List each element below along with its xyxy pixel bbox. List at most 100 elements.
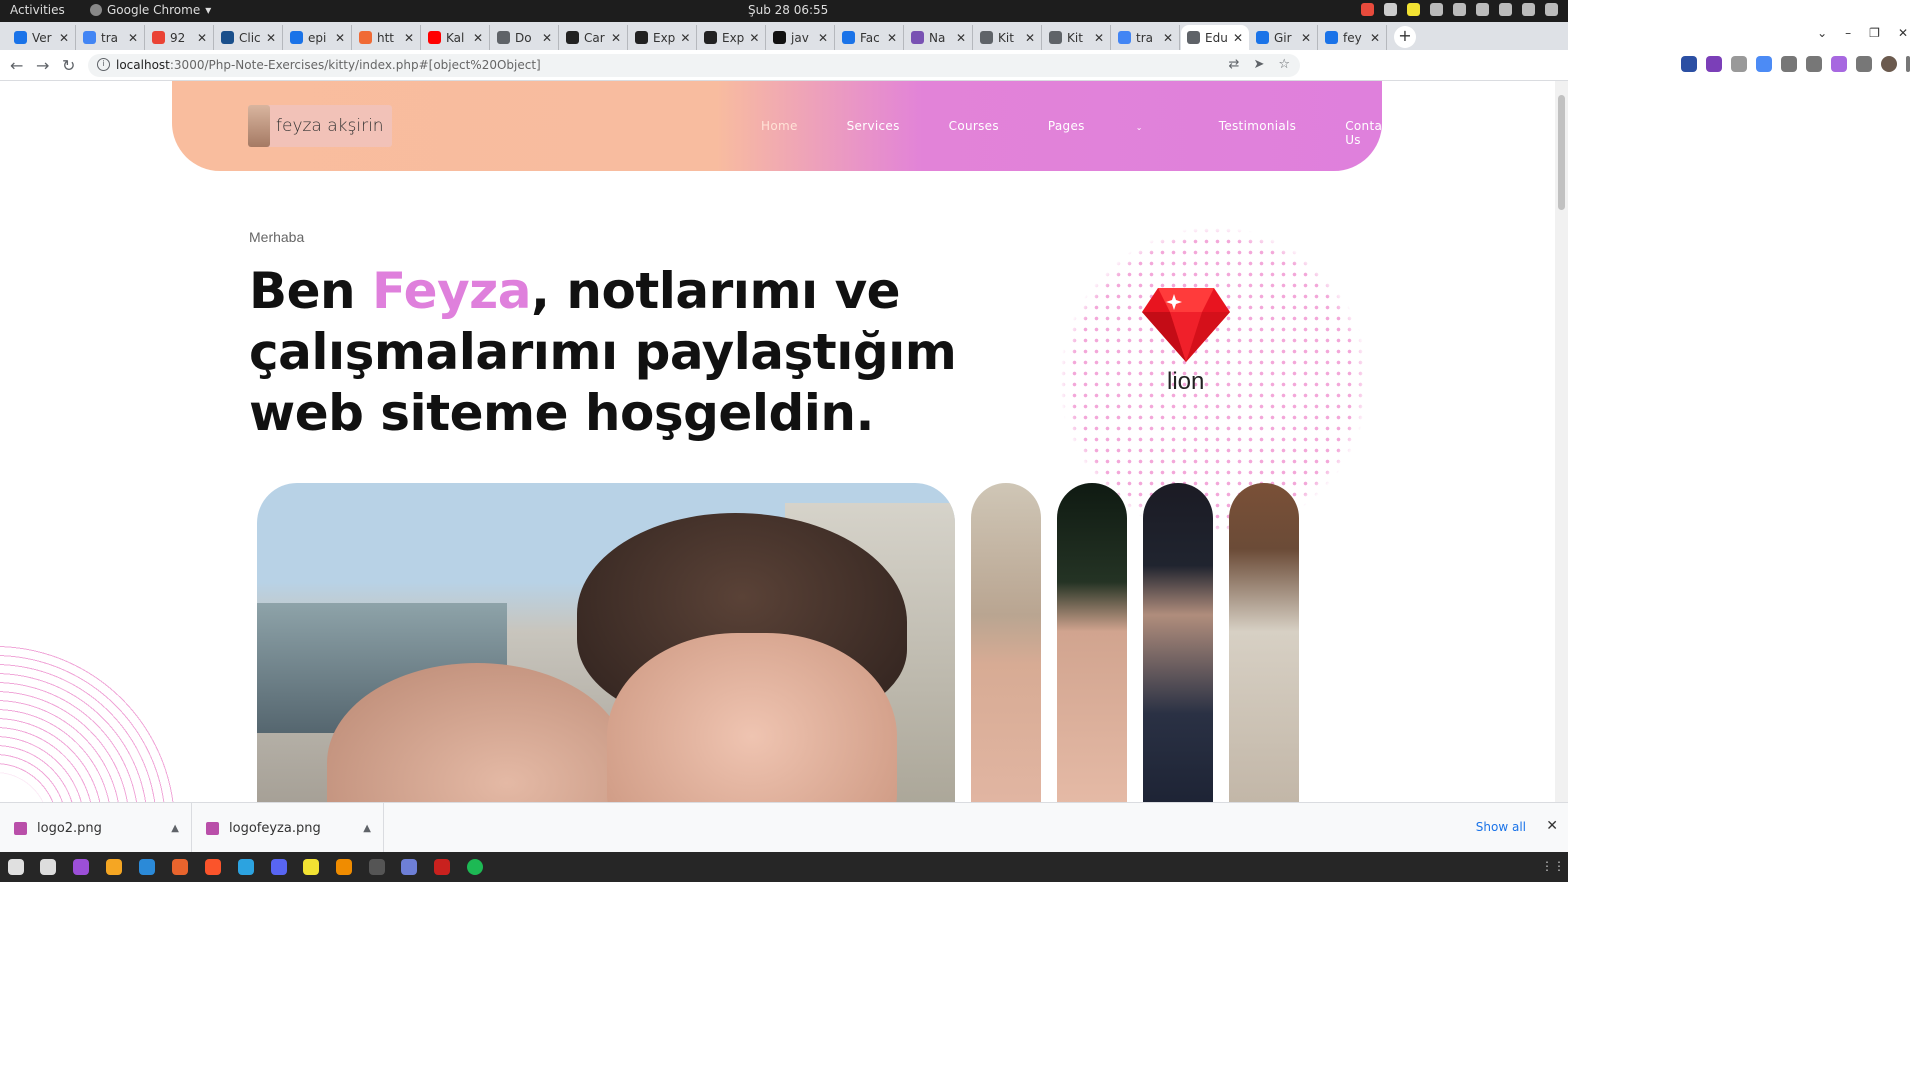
nav-testimonials[interactable]: Testimonials: [1219, 119, 1296, 147]
browser-tab[interactable]: Clic ✕: [215, 25, 283, 50]
network-icon[interactable]: [1453, 3, 1466, 16]
tab-close-icon[interactable]: ✕: [680, 31, 690, 45]
reload-icon[interactable]: ↻: [62, 56, 75, 75]
notes-app-icon[interactable]: [303, 859, 319, 875]
tab-close-icon[interactable]: ✕: [1025, 31, 1035, 45]
telegram-app-icon[interactable]: [238, 859, 254, 875]
nav-home[interactable]: Home: [761, 119, 798, 147]
url-text[interactable]: localhost:3000/Php-Note-Exercises/kitty/…: [116, 58, 541, 72]
volume-icon[interactable]: [1499, 3, 1512, 16]
close-icon[interactable]: ✕: [1546, 818, 1558, 834]
brightness-icon[interactable]: [1430, 3, 1443, 16]
tab-close-icon[interactable]: ✕: [128, 31, 138, 45]
browser-tab[interactable]: Fac ✕: [836, 25, 904, 50]
tab-close-icon[interactable]: ✕: [473, 31, 483, 45]
vlc-app-icon[interactable]: [336, 859, 352, 875]
browser-tab[interactable]: Ver ✕: [8, 25, 76, 50]
airplane-icon[interactable]: [1476, 3, 1489, 16]
forward-icon[interactable]: →: [36, 56, 49, 75]
browser-tab[interactable]: jav ✕: [767, 25, 835, 50]
phpstorm-app-icon[interactable]: [73, 859, 89, 875]
extension-icon[interactable]: [1806, 56, 1822, 72]
browser-tab[interactable]: Kit ✕: [1043, 25, 1111, 50]
sublime-app-icon[interactable]: [106, 859, 122, 875]
nav-services[interactable]: Services: [847, 119, 900, 147]
chrome-app-icon[interactable]: [8, 859, 24, 875]
browser-tab[interactable]: htt ✕: [353, 25, 421, 50]
tab-close-icon[interactable]: ✕: [542, 31, 552, 45]
browser-tab[interactable]: Na ✕: [905, 25, 973, 50]
browser-tab[interactable]: epi ✕: [284, 25, 352, 50]
tab-close-icon[interactable]: ✕: [1163, 31, 1173, 45]
app-menu[interactable]: Google Chrome ▾: [90, 3, 211, 17]
browser-tab[interactable]: Gir ✕: [1250, 25, 1318, 50]
browser-tab[interactable]: Exp ✕: [698, 25, 766, 50]
extension-icon[interactable]: [1781, 56, 1797, 72]
browser-tab[interactable]: tra ✕: [77, 25, 145, 50]
show-all-downloads-link[interactable]: Show all: [1476, 820, 1526, 834]
discord-app-icon[interactable]: [271, 859, 287, 875]
tab-close-icon[interactable]: ✕: [956, 31, 966, 45]
back-icon[interactable]: ←: [10, 56, 23, 75]
browser-tab[interactable]: tra ✕: [1112, 25, 1180, 50]
nav-contact[interactable]: Contact Us: [1345, 119, 1394, 147]
browser-tab[interactable]: Kal ✕: [422, 25, 490, 50]
tab-close-icon[interactable]: ✕: [611, 31, 621, 45]
browser-tab[interactable]: Exp ✕: [629, 25, 697, 50]
firefox-app-icon[interactable]: [172, 859, 188, 875]
extension-icon[interactable]: [1706, 56, 1722, 72]
tab-close-icon[interactable]: ✕: [335, 31, 345, 45]
download-item[interactable]: logofeyza.png ▲: [192, 803, 384, 853]
discord-tray-icon[interactable]: [1384, 3, 1397, 16]
battery-icon[interactable]: [1522, 3, 1535, 16]
browser-tab[interactable]: Car ✕: [560, 25, 628, 50]
system-tray[interactable]: [1361, 3, 1558, 16]
nav-pages[interactable]: Pages ⌄: [1048, 119, 1192, 147]
puzzle-icon[interactable]: [1856, 56, 1872, 72]
tab-close-icon[interactable]: ✕: [818, 31, 828, 45]
minimize-icon[interactable]: –: [1845, 26, 1851, 40]
browser-tab[interactable]: fey ✕: [1319, 25, 1387, 50]
extension-icon[interactable]: [1756, 56, 1772, 72]
activities-button[interactable]: Activities: [10, 3, 65, 17]
site-logo[interactable]: feyza akşirin: [248, 105, 392, 147]
spotify-app-icon[interactable]: [467, 859, 483, 875]
notes-tray-icon[interactable]: [1407, 3, 1420, 16]
maximize-icon[interactable]: ❐: [1869, 26, 1880, 40]
address-bar[interactable]: i localhost:3000/Php-Note-Exercises/kitt…: [88, 54, 1300, 77]
nav-courses[interactable]: Courses: [949, 119, 999, 147]
chevron-up-icon[interactable]: ▲: [363, 823, 371, 834]
page-scrollbar[interactable]: [1555, 81, 1568, 802]
close-window-icon[interactable]: ✕: [1898, 26, 1908, 40]
browser-tab[interactable]: 92 ✕: [146, 25, 214, 50]
bookmark-star-icon[interactable]: ☆: [1278, 57, 1290, 72]
site-info-icon[interactable]: i: [97, 58, 110, 71]
tab-close-icon[interactable]: ✕: [197, 31, 207, 45]
files-app-icon[interactable]: [40, 859, 56, 875]
vscode-app-icon[interactable]: [139, 859, 155, 875]
show-apps-icon[interactable]: ⋮⋮: [1541, 859, 1565, 875]
chrome-tray-icon[interactable]: [1361, 3, 1374, 16]
translate-icon[interactable]: ⇄: [1229, 57, 1240, 72]
tab-close-icon[interactable]: ✕: [404, 31, 414, 45]
send-icon[interactable]: ➤: [1253, 57, 1264, 72]
chevron-up-icon[interactable]: ▲: [171, 823, 179, 834]
download-item[interactable]: logo2.png ▲: [0, 803, 192, 853]
tab-close-icon[interactable]: ✕: [749, 31, 759, 45]
screenshot-app-icon[interactable]: [401, 859, 417, 875]
tab-close-icon[interactable]: ✕: [1094, 31, 1104, 45]
extension-icon[interactable]: [1731, 56, 1747, 72]
tab-close-icon[interactable]: ✕: [1370, 31, 1380, 45]
browser-tab[interactable]: Kit ✕: [974, 25, 1042, 50]
new-tab-button[interactable]: +: [1394, 26, 1416, 48]
tab-close-icon[interactable]: ✕: [1233, 31, 1243, 45]
tab-close-icon[interactable]: ✕: [887, 31, 897, 45]
tab-close-icon[interactable]: ✕: [266, 31, 276, 45]
power-icon[interactable]: [1545, 3, 1558, 16]
brave-app-icon[interactable]: [205, 859, 221, 875]
tab-search-icon[interactable]: ⌄: [1817, 26, 1827, 40]
extension-icon[interactable]: [1831, 56, 1847, 72]
extension-icon[interactable]: [1681, 56, 1697, 72]
kebab-menu-icon[interactable]: [1906, 56, 1910, 72]
clock[interactable]: Şub 28 06:55: [748, 3, 828, 17]
